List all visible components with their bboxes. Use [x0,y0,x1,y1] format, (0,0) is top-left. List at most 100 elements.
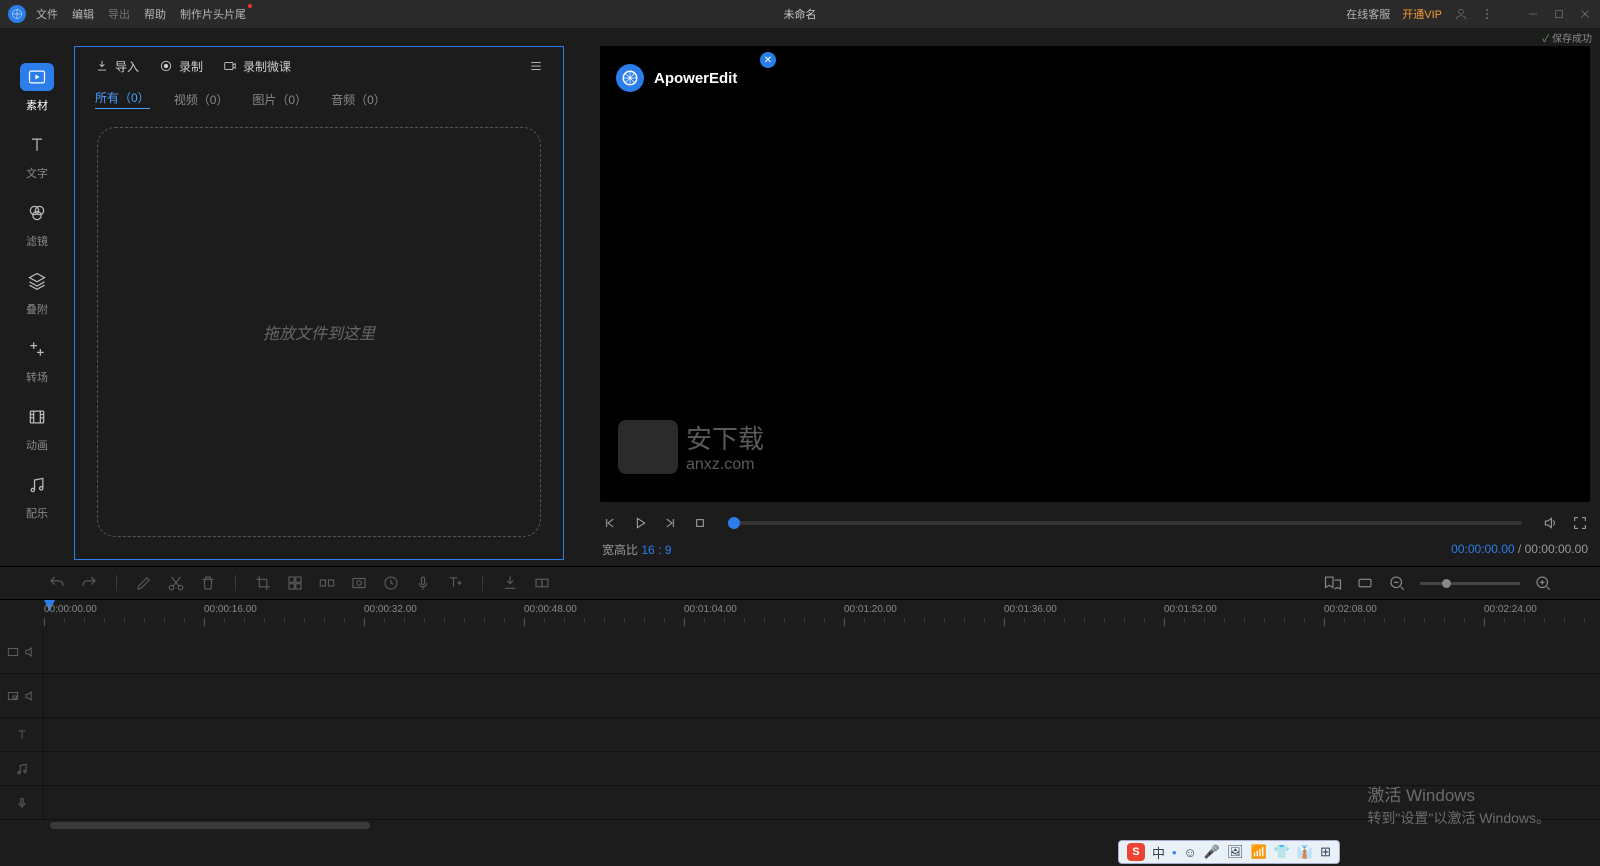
sidebar-item-filter[interactable]: 滤镜 [7,190,67,258]
ruler-tick: 00:00:32.00 [364,604,417,615]
sidebar: 素材 文字 滤镜 叠附 转场 动画 配乐 [0,46,74,566]
text-track[interactable] [0,718,1600,752]
redo-button[interactable] [80,574,98,592]
marker-button[interactable] [1324,574,1342,592]
save-status-row: 保存成功 [0,28,1600,46]
customer-service-link[interactable]: 在线客服 [1346,6,1390,22]
sidebar-item-overlay[interactable]: 叠附 [7,258,67,326]
main-menu: 文件 编辑 导出 帮助 制作片头片尾 [36,6,246,22]
more-icon[interactable] [1480,7,1494,21]
bag-icon [618,420,678,474]
maximize-button[interactable] [1552,7,1566,21]
fullscreen-button[interactable] [1572,515,1588,531]
text-to-speech-button[interactable] [446,574,464,592]
sidebar-item-media[interactable]: 素材 [7,54,67,122]
filter-image[interactable]: 图片（0） [252,91,307,108]
volume-button[interactable] [1542,515,1558,531]
time-display: 00:00:00.00 / 00:00:00.00 [1451,542,1588,556]
list-view-button[interactable] [529,59,543,73]
text-track-icon [0,718,44,751]
pip-track[interactable] [0,674,1600,718]
video-track[interactable] [0,630,1600,674]
edit-button[interactable] [135,574,153,592]
brand-logo: ApowerEdit [616,64,737,92]
next-frame-button[interactable] [662,515,678,531]
music-icon [20,471,54,499]
duration-button[interactable] [382,574,400,592]
zoom-clip-button[interactable] [533,574,551,592]
fit-button[interactable] [1356,574,1374,592]
split-button[interactable] [318,574,336,592]
export-clip-button[interactable] [501,574,519,592]
timeline-tracks [0,630,1600,820]
ime-brand-icon: S [1127,843,1145,861]
timeline-scrollbar[interactable] [0,820,1600,832]
zoom-out-button[interactable] [1388,574,1406,592]
menu-intro-outro[interactable]: 制作片头片尾 [180,6,246,22]
layers-icon [20,267,54,295]
sidebar-item-text[interactable]: 文字 [7,122,67,190]
aspect-ratio: 宽高比 16 : 9 [602,541,671,558]
ruler-tick: 00:00:16.00 [204,604,257,615]
music-track[interactable] [0,752,1600,786]
ruler-tick: 00:01:04.00 [684,604,737,615]
window-title: 未命名 [784,6,817,22]
menu-help[interactable]: 帮助 [144,6,166,22]
film-icon [20,403,54,431]
close-button[interactable] [1578,7,1592,21]
ruler-tick: 00:02:24.00 [1484,604,1537,615]
media-dropzone[interactable]: 拖放文件到这里 [97,127,541,537]
ruler-tick: 00:01:20.00 [844,604,897,615]
menu-edit[interactable]: 编辑 [72,6,94,22]
freeze-button[interactable] [350,574,368,592]
video-track-icon [0,630,44,673]
watermark: 安下载 anxz.com [618,419,764,474]
timeline-ruler[interactable]: 00:00:00.0000:00:16.0000:00:32.0000:00:4… [0,600,1600,630]
voiceover-button[interactable] [414,574,432,592]
mosaic-button[interactable] [286,574,304,592]
app-logo [8,5,26,23]
preview-panel: ApowerEdit ✕ 安下载 anxz.com 宽高比 16 : 9 [570,46,1600,566]
delete-button[interactable] [199,574,217,592]
music-track-icon [0,752,44,785]
vip-link[interactable]: 开通VIP [1402,6,1442,22]
prev-frame-button[interactable] [602,515,618,531]
sidebar-item-animation[interactable]: 动画 [7,394,67,462]
play-button[interactable] [632,515,648,531]
menu-file[interactable]: 文件 [36,6,58,22]
sidebar-item-music[interactable]: 配乐 [7,462,67,530]
media-filters: 所有（0） 视频（0） 图片（0） 音频（0） [75,85,563,113]
record-button[interactable]: 录制 [159,58,203,75]
play-icon [20,63,54,91]
progress-slider[interactable] [728,521,1522,525]
minimize-button[interactable] [1526,7,1540,21]
stop-button[interactable] [692,515,708,531]
zoom-in-button[interactable] [1534,574,1552,592]
ruler-tick: 00:02:08.00 [1324,604,1377,615]
ime-toolbar[interactable]: S 中 • ☺ 🎤 🖼 📶 👕 👔 ⊞ [1118,840,1340,864]
import-button[interactable]: 导入 [95,58,139,75]
titlebar: 文件 编辑 导出 帮助 制作片头片尾 未命名 在线客服 开通VIP [0,0,1600,28]
text-icon [20,131,54,159]
media-panel: 导入 录制 录制微课 所有（0） 视频（0） 图片（0） 音频（0） 拖放文件到… [74,46,564,560]
record-lesson-button[interactable]: 录制微课 [223,58,291,75]
sidebar-item-transition[interactable]: 转场 [7,326,67,394]
timeline-toolbar [0,566,1600,600]
voice-track[interactable] [0,786,1600,820]
cut-button[interactable] [167,574,185,592]
crop-button[interactable] [254,574,272,592]
filter-video[interactable]: 视频（0） [174,91,229,108]
filter-all[interactable]: 所有（0） [95,89,150,109]
menu-export[interactable]: 导出 [108,6,130,22]
voice-track-icon [0,786,44,819]
filter-audio[interactable]: 音频（0） [331,91,386,108]
ruler-tick: 00:01:36.00 [1004,604,1057,615]
user-icon[interactable] [1454,7,1468,21]
filter-icon [20,199,54,227]
zoom-slider[interactable] [1420,582,1520,585]
video-preview: ApowerEdit ✕ 安下载 anxz.com [600,46,1590,502]
transition-icon [20,335,54,363]
undo-button[interactable] [48,574,66,592]
playback-controls [600,508,1590,538]
close-overlay-button[interactable]: ✕ [760,52,776,68]
